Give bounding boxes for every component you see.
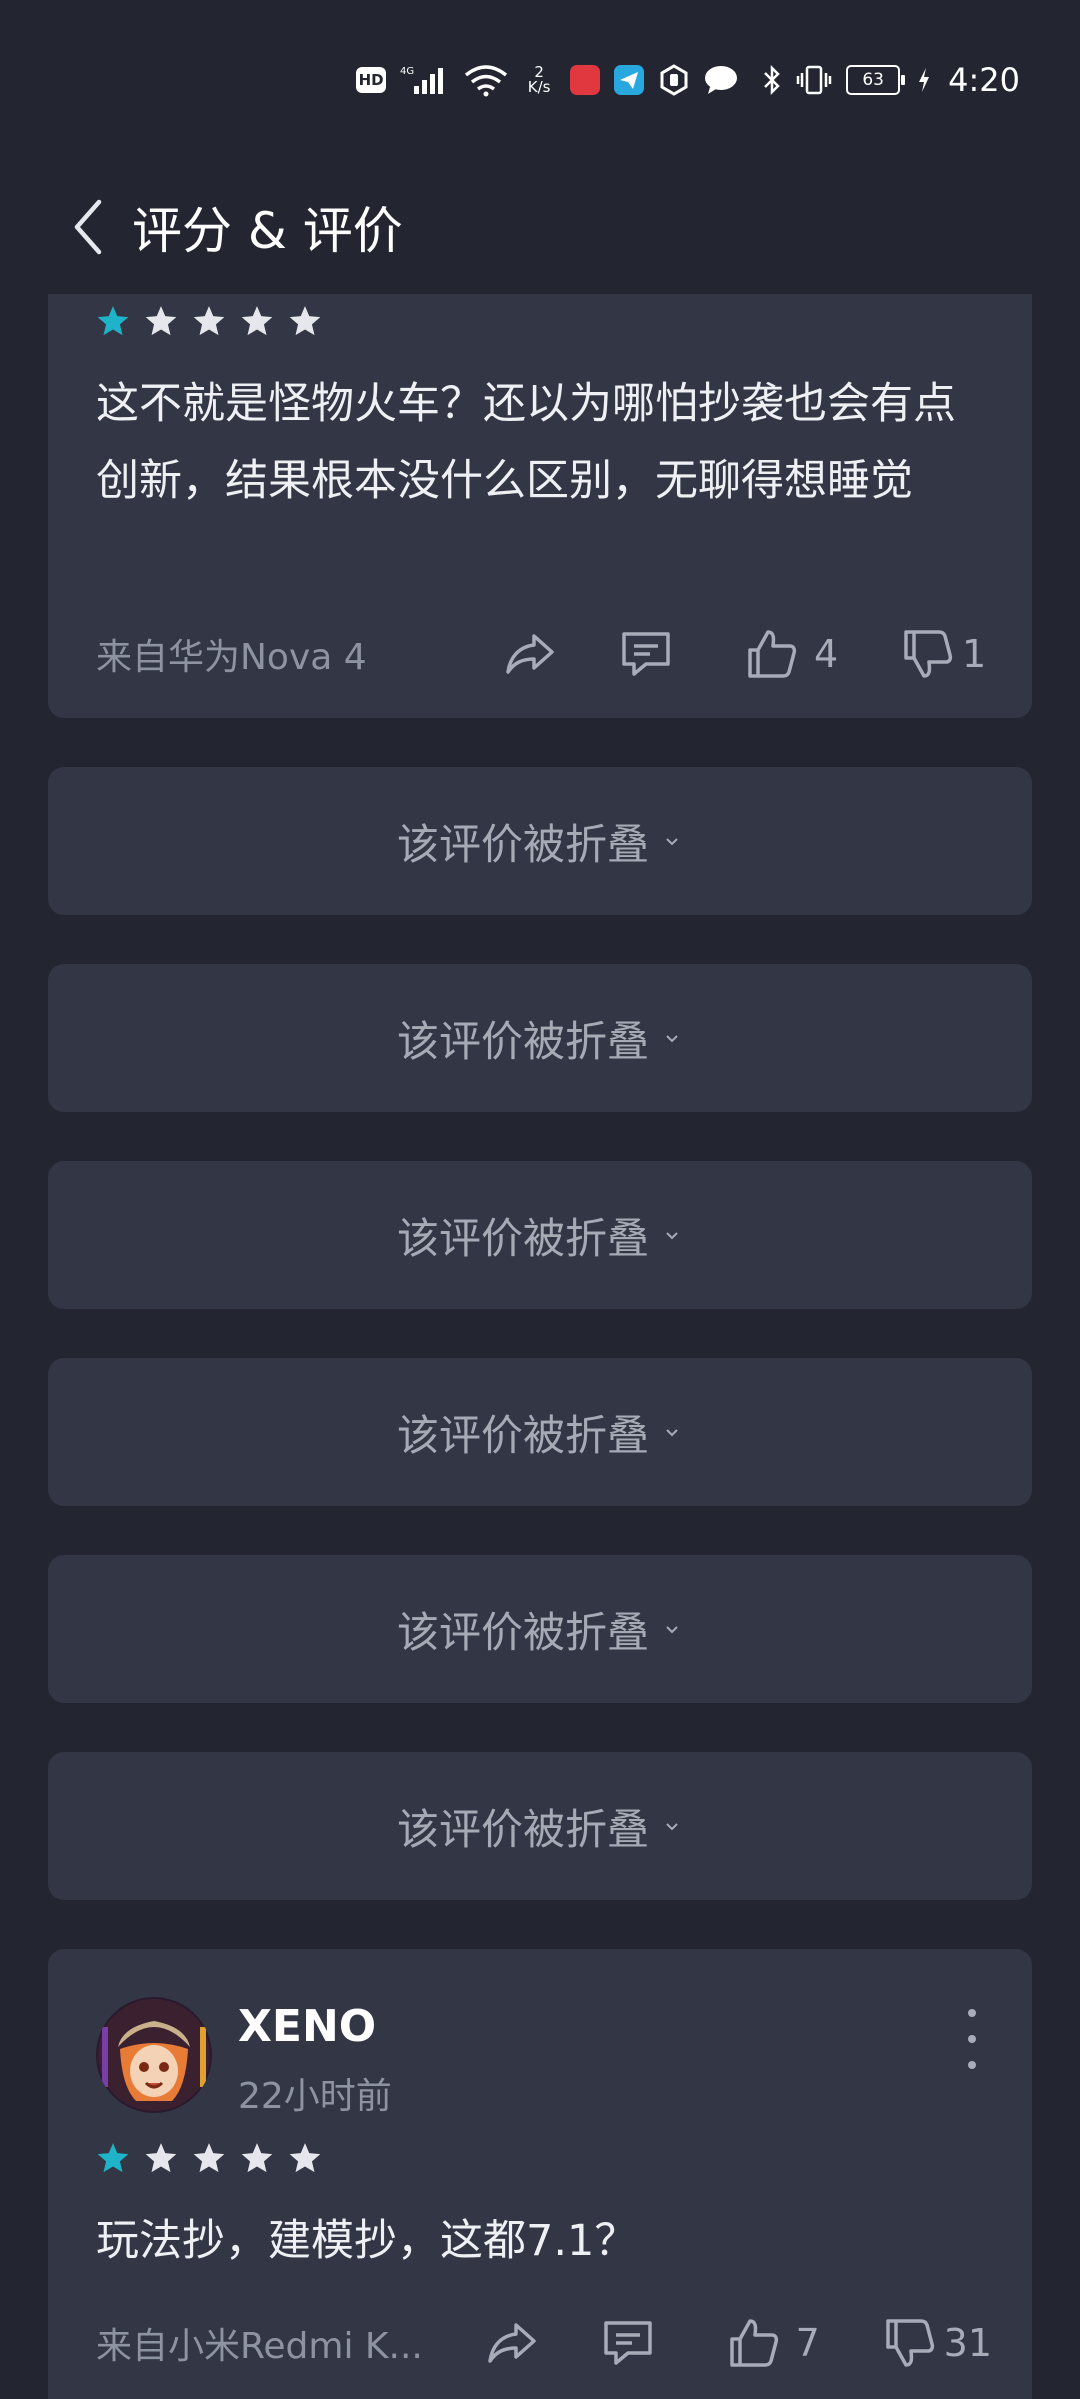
chevron-down-icon bbox=[661, 1618, 683, 1640]
dislike-count: 31 bbox=[943, 2321, 992, 2365]
chevron-left-icon bbox=[74, 199, 102, 255]
share-button[interactable] bbox=[484, 2315, 540, 2371]
folded-label: 该评价被折叠 bbox=[396, 819, 649, 869]
battery-icon: 63 bbox=[846, 65, 906, 95]
avatar-image bbox=[96, 1997, 212, 2113]
star-empty-icon bbox=[193, 2143, 225, 2173]
folded-review[interactable]: 该评价被折叠 bbox=[48, 1161, 1032, 1309]
status-bar: HD 4G 2 K/s 63 4:20 bbox=[0, 0, 1080, 160]
review-text: 这不就是怪物火车？还以为哪怕抄袭也会有点创新，结果根本没什么区别，无聊得想睡觉 bbox=[96, 379, 956, 506]
folded-review[interactable]: 该评价被折叠 bbox=[48, 964, 1032, 1112]
star-empty-icon bbox=[241, 2143, 273, 2173]
dislike-button[interactable]: 1 bbox=[900, 626, 992, 682]
device-label: 来自小米Redmi K... bbox=[96, 2326, 423, 2367]
star-empty-icon bbox=[145, 306, 177, 336]
share-icon bbox=[506, 634, 554, 674]
dislike-count: 1 bbox=[962, 632, 987, 676]
back-button[interactable] bbox=[48, 187, 128, 267]
signal-icon: 4G bbox=[400, 64, 450, 96]
hd-icon: HD bbox=[356, 67, 387, 93]
device-label: 来自华为Nova 4 bbox=[96, 637, 367, 678]
star-empty-icon bbox=[193, 306, 225, 336]
bluetooth-icon bbox=[762, 64, 782, 96]
wifi-icon bbox=[464, 63, 508, 97]
comment-button[interactable] bbox=[600, 2315, 656, 2371]
rating-stars bbox=[96, 2141, 322, 2175]
star-empty-icon bbox=[289, 306, 321, 336]
review-card: XENO 22小时前 玩法抄，建模抄，这都7.1？ 来自小米Redmi K...… bbox=[48, 1949, 1032, 2399]
share-icon bbox=[487, 2323, 536, 2363]
chevron-down-icon bbox=[661, 1027, 683, 1049]
star-filled-icon bbox=[97, 306, 129, 336]
comment-icon bbox=[603, 2321, 652, 2365]
like-button[interactable]: 7 bbox=[726, 2315, 826, 2371]
comment-icon bbox=[622, 632, 670, 676]
review-text: 玩法抄，建模抄，这都7.1？ bbox=[96, 2216, 638, 2266]
avatar[interactable] bbox=[96, 1997, 212, 2113]
share-button[interactable] bbox=[502, 626, 558, 682]
star-filled-icon bbox=[97, 2143, 129, 2173]
star-empty-icon bbox=[241, 306, 273, 336]
folded-label: 该评价被折叠 bbox=[396, 1607, 649, 1657]
svg-text:4G: 4G bbox=[400, 66, 414, 77]
comment-button[interactable] bbox=[618, 626, 674, 682]
more-options-button[interactable] bbox=[960, 2009, 984, 2069]
chevron-down-icon bbox=[661, 1815, 683, 1837]
vibrate-icon bbox=[796, 64, 832, 96]
folded-label: 该评价被折叠 bbox=[396, 1016, 649, 1066]
folded-label: 该评价被折叠 bbox=[396, 1410, 649, 1460]
more-dot bbox=[968, 2035, 976, 2043]
review-footer: 来自小米Redmi K... 7 31 bbox=[96, 2313, 992, 2373]
thumbs-down-icon bbox=[885, 2319, 934, 2367]
chevron-down-icon bbox=[661, 830, 683, 852]
more-dot bbox=[968, 2061, 976, 2069]
battery-level: 63 bbox=[862, 70, 884, 90]
chevron-down-icon bbox=[661, 1224, 683, 1246]
more-dot bbox=[968, 2009, 976, 2017]
folded-review[interactable]: 该评价被折叠 bbox=[48, 1358, 1032, 1506]
like-button[interactable]: 4 bbox=[744, 626, 844, 682]
hand-shield-icon bbox=[658, 64, 690, 96]
like-count: 4 bbox=[814, 632, 839, 676]
review-time: 22小时前 bbox=[238, 2076, 392, 2117]
chevron-down-icon bbox=[661, 1421, 683, 1443]
telegram-icon bbox=[614, 65, 645, 95]
page-title: 评分 & 评价 bbox=[132, 202, 403, 260]
charging-icon bbox=[918, 67, 930, 93]
thumbs-down-icon bbox=[904, 630, 953, 678]
folded-review[interactable]: 该评价被折叠 bbox=[48, 767, 1032, 915]
message-icon bbox=[704, 65, 738, 95]
review-card: 这不就是怪物火车？还以为哪怕抄袭也会有点创新，结果根本没什么区别，无聊得想睡觉 … bbox=[48, 294, 1032, 718]
app-notification-icon bbox=[570, 65, 601, 95]
net-speed: 2 K/s bbox=[522, 65, 556, 95]
username[interactable]: XENO bbox=[238, 2001, 376, 2052]
net-speed-unit: K/s bbox=[527, 78, 551, 96]
folded-review[interactable]: 该评价被折叠 bbox=[48, 1555, 1032, 1703]
thumbs-up-icon bbox=[729, 2319, 778, 2367]
folded-review[interactable]: 该评价被折叠 bbox=[48, 1752, 1032, 1900]
folded-label: 该评价被折叠 bbox=[396, 1213, 649, 1263]
dislike-button[interactable]: 31 bbox=[882, 2315, 992, 2371]
clock: 4:20 bbox=[948, 61, 1020, 99]
star-empty-icon bbox=[145, 2143, 177, 2173]
star-empty-icon bbox=[289, 2143, 321, 2173]
folded-label: 该评价被折叠 bbox=[396, 1804, 649, 1854]
like-count: 7 bbox=[795, 2321, 820, 2365]
rating-stars bbox=[96, 304, 322, 338]
review-footer: 来自华为Nova 4 4 1 bbox=[96, 624, 992, 684]
app-header: 评分 & 评价 bbox=[0, 160, 1080, 294]
thumbs-up-icon bbox=[748, 630, 797, 678]
